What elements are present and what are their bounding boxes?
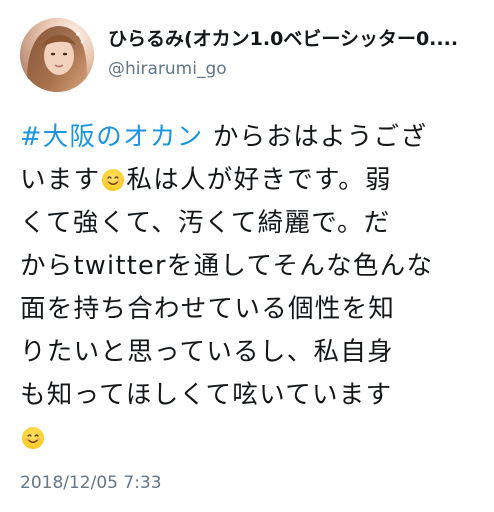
tweet-line-7: も知ってほしくて呟いています xyxy=(20,380,393,410)
tweet-line-2: います 私は人が好きです。弱 xyxy=(20,159,480,202)
hashtag-link[interactable]: #大阪のオカン xyxy=(20,122,203,152)
smiling-face-emoji-icon xyxy=(102,169,125,191)
tweet-line-1: #大阪のオカン からおはようござ xyxy=(20,116,480,159)
tweet-line-6: りたいと思っているし、私自身 xyxy=(20,337,394,367)
tweet-line-4: からtwitterを通してそんな色んな xyxy=(20,251,434,281)
tweet-card: ひらるみ(オカン1.0ベビーシッター0.... @hirarumi_go #大阪… xyxy=(0,0,494,512)
tweet-line-3: くて強くて、汚くて綺麗で。だ xyxy=(20,208,391,238)
tweet-line-5: 面を持ち合わせている個性を知 xyxy=(20,294,396,324)
tweet-header: ひらるみ(オカン1.0ベビーシッター0.... @hirarumi_go xyxy=(20,18,480,98)
user-names: ひらるみ(オカン1.0ベビーシッター0.... @hirarumi_go xyxy=(108,26,480,80)
tweet-line-2b-text: 私は人が好きです。弱 xyxy=(126,165,392,195)
avatar-image xyxy=(20,18,94,92)
tweet-line-8 xyxy=(20,417,480,460)
smiling-face-emoji-icon xyxy=(22,427,44,449)
tweet-text: #大阪のオカン からおはようござ います 私は人が好きです。弱 くて強くて、汚くて… xyxy=(20,116,480,460)
tweet-line-1-text: からおはようござ xyxy=(203,122,428,152)
display-name[interactable]: ひらるみ(オカン1.0ベビーシッター0.... xyxy=(108,26,480,52)
avatar[interactable] xyxy=(20,18,94,92)
user-handle[interactable]: @hirarumi_go xyxy=(108,58,480,80)
tweet-timestamp[interactable]: 2018/12/05 7:33 xyxy=(20,472,162,494)
tweet-line-2a-text: います xyxy=(20,165,101,195)
